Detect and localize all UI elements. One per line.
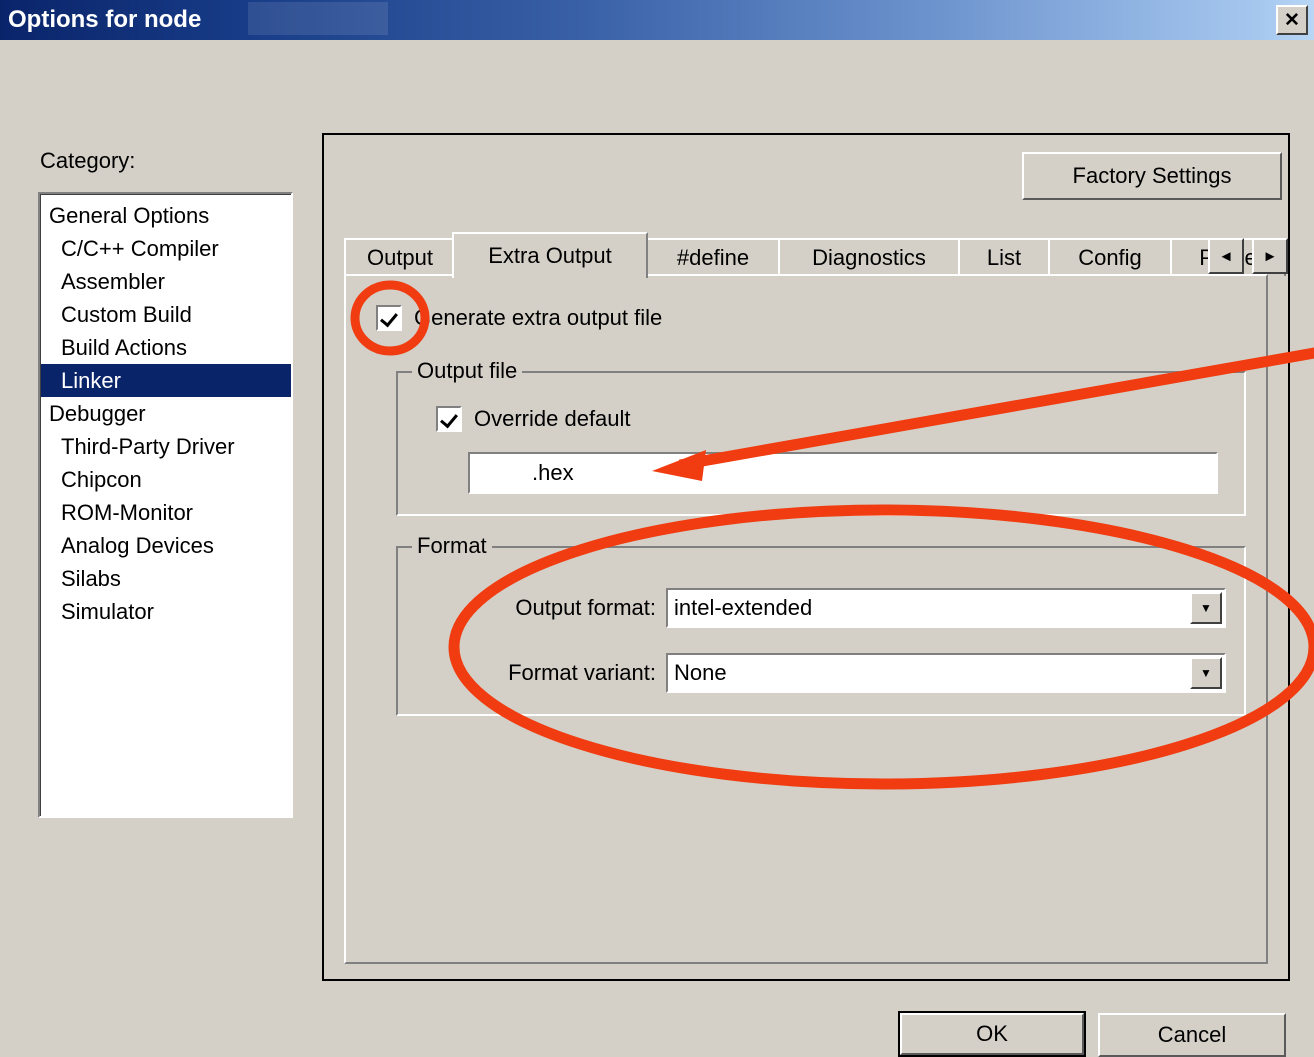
factory-settings-button[interactable]: Factory Settings [1022, 152, 1282, 200]
triangle-right-icon[interactable]: ► [1252, 238, 1288, 274]
sidebar-item[interactable]: C/C++ Compiler [41, 232, 291, 265]
output-format-select[interactable]: intel-extended ▼ [666, 588, 1226, 628]
category-list-inner: General Options C/C++ Compiler Assembler Cu… [40, 194, 291, 816]
chevron-down-icon[interactable]: ▼ [1190, 657, 1222, 689]
triangle-left-icon[interactable]: ◄ [1208, 238, 1244, 274]
output-file-group-label: Output file [412, 358, 523, 384]
format-variant-value: None [674, 660, 727, 685]
generate-extra-output-file-row[interactable]: Generate extra output file [376, 305, 662, 331]
close-x-glyph: ✕ [1284, 9, 1300, 31]
format-variant-select[interactable]: None ▼ [666, 653, 1226, 693]
output-format-label: Output format: [515, 595, 656, 620]
chevron-down-icon[interactable]: ▼ [1190, 592, 1222, 624]
sidebar-item[interactable]: Chipcon [41, 463, 291, 496]
sidebar-item[interactable]: Silabs [41, 562, 291, 595]
close-icon[interactable]: ✕ [1276, 5, 1308, 35]
tabstrip: Output Extra Output #define Diagnostics List… [344, 232, 1288, 278]
generate-extra-output-file-label: Generate extra output file [414, 305, 663, 330]
sidebar-item[interactable]: General Options [41, 199, 291, 232]
window-title: Options for node [8, 6, 202, 33]
sidebar-item[interactable]: Build Actions [41, 331, 291, 364]
format-group-label: Format [412, 533, 492, 559]
output-file-groupbox: Output file [396, 358, 1246, 516]
tab[interactable]: Extra Output [452, 232, 648, 278]
sidebar-item[interactable]: Debugger [41, 397, 291, 430]
output-filename-value: .hex [532, 460, 574, 485]
titlebar-accent-block [248, 2, 388, 35]
sidebar-item[interactable]: Linker [41, 364, 291, 397]
ok-button-label: OK [900, 1013, 1084, 1055]
tab[interactable]: Config [1048, 238, 1172, 276]
override-default-row[interactable]: Override default [436, 406, 631, 432]
checkbox-override-default[interactable] [436, 406, 462, 432]
format-variant-label: Format variant: [508, 660, 656, 685]
checkbox-generate-extra-output-file[interactable] [376, 305, 402, 331]
output-filename-input[interactable]: .hex [468, 452, 1218, 494]
output-format-row: Output format: intel-extended ▼ [466, 588, 1226, 628]
tab[interactable]: Output [344, 238, 456, 276]
tab[interactable]: List [958, 238, 1050, 276]
tab[interactable]: #define [646, 238, 780, 276]
ok-button[interactable]: OK [898, 1011, 1086, 1057]
sidebar-item[interactable]: Simulator [41, 595, 291, 628]
sidebar-item[interactable]: Third-Party Driver [41, 430, 291, 463]
sidebar-item[interactable]: ROM-Monitor [41, 496, 291, 529]
category-label: Category: [40, 148, 136, 173]
override-default-label: Override default [474, 406, 631, 431]
cancel-button[interactable]: Cancel [1098, 1013, 1286, 1057]
sidebar-item[interactable]: Custom Build [41, 298, 291, 331]
sidebar-item[interactable]: Assembler [41, 265, 291, 298]
output-format-value: intel-extended [674, 595, 813, 620]
tab[interactable]: Diagnostics [778, 238, 960, 276]
format-variant-row: Format variant: None ▼ [466, 653, 1226, 693]
category-listbox[interactable]: General Options C/C++ Compiler Assembler Cu… [38, 192, 293, 818]
sidebar-item[interactable]: Analog Devices [41, 529, 291, 562]
window-titlebar: Options for node ✕ [0, 0, 1314, 40]
